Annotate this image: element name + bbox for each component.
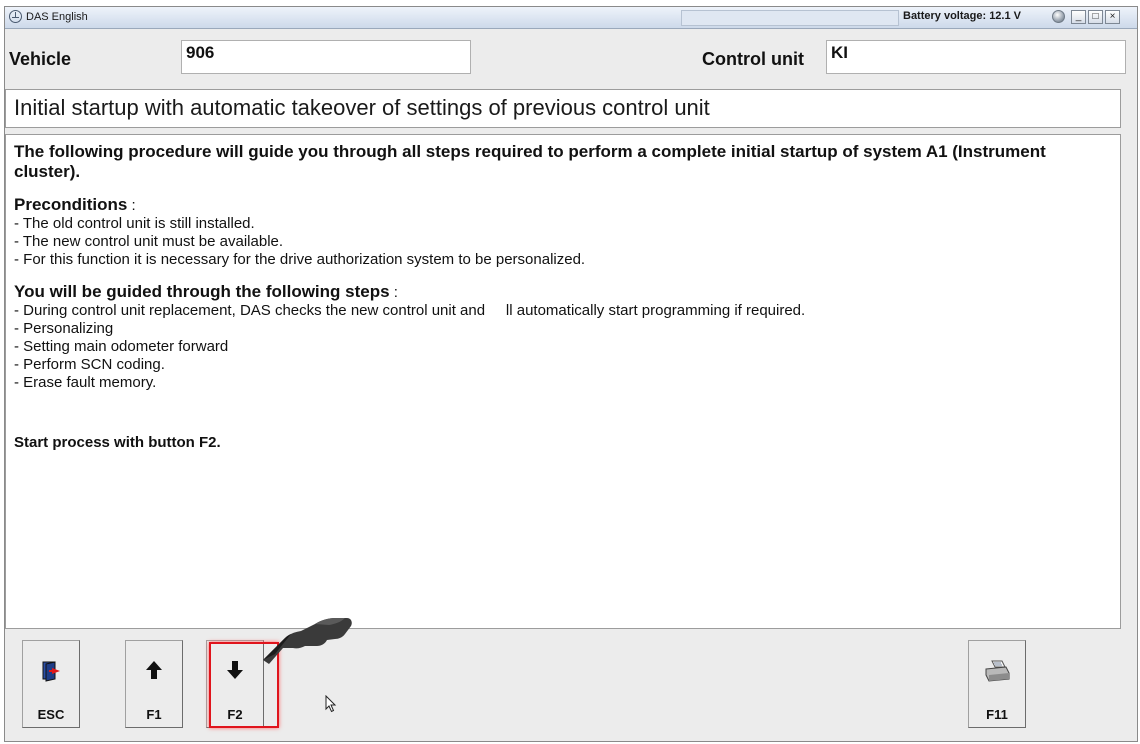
- procedure-text-panel: The following procedure will guide you t…: [5, 134, 1121, 629]
- f11-button[interactable]: F11: [968, 640, 1026, 728]
- step-item: - Erase fault memory.: [14, 374, 157, 391]
- f1-label: F1: [146, 707, 162, 722]
- precondition-item: - The new control unit must be available…: [14, 233, 284, 250]
- pointing-hand-icon: [255, 604, 355, 669]
- esc-button[interactable]: ESC: [22, 640, 80, 728]
- steps-colon: :: [389, 284, 398, 301]
- f1-button[interactable]: F1: [125, 640, 183, 728]
- step-item: - During control unit replacement, DAS c…: [14, 302, 806, 319]
- app-title: DAS English: [26, 11, 88, 23]
- f11-label: F11: [986, 707, 1008, 722]
- title-status-field: [681, 10, 899, 26]
- minimize-button[interactable]: _: [1071, 10, 1086, 24]
- vehicle-field: 906: [181, 40, 471, 74]
- battery-voltage: Battery voltage: 12.1 V: [903, 10, 1021, 22]
- vehicle-label: Vehicle: [9, 49, 72, 69]
- precondition-item: - For this function it is necessary for …: [14, 251, 586, 268]
- control-unit-field: KI: [826, 40, 1126, 74]
- preconditions-heading: Preconditions :: [14, 196, 1112, 215]
- title-bar: DAS English Battery voltage: 12.1 V _ □ …: [5, 7, 1137, 29]
- step-item: - Perform SCN coding.: [14, 356, 165, 373]
- steps-heading: You will be guided through the following…: [14, 283, 1112, 302]
- procedure-title: Initial startup with automatic takeover …: [5, 89, 1121, 128]
- mercedes-star-icon: [9, 10, 22, 23]
- printer-icon: [969, 659, 1025, 689]
- preconditions-title: Preconditions: [14, 195, 128, 214]
- control-unit-label: Control unit: [702, 49, 804, 69]
- battery-status-icon: [1052, 10, 1065, 23]
- step-item: - Personalizing: [14, 320, 114, 337]
- close-button[interactable]: ×: [1105, 10, 1120, 24]
- arrow-up-icon: [126, 659, 182, 687]
- exit-door-icon: [23, 659, 79, 689]
- steps-title: You will be guided through the following…: [14, 282, 390, 301]
- precondition-item: - The old control unit is still installe…: [14, 215, 255, 232]
- preconditions-colon: :: [127, 197, 136, 214]
- intro-text: The following procedure will guide you t…: [14, 142, 1046, 181]
- esc-label: ESC: [37, 707, 65, 722]
- maximize-button[interactable]: □: [1088, 10, 1103, 24]
- mouse-cursor-icon: [325, 694, 337, 718]
- start-instruction: Start process with button F2.: [14, 434, 221, 451]
- step-item: - Setting main odometer forward: [14, 338, 229, 355]
